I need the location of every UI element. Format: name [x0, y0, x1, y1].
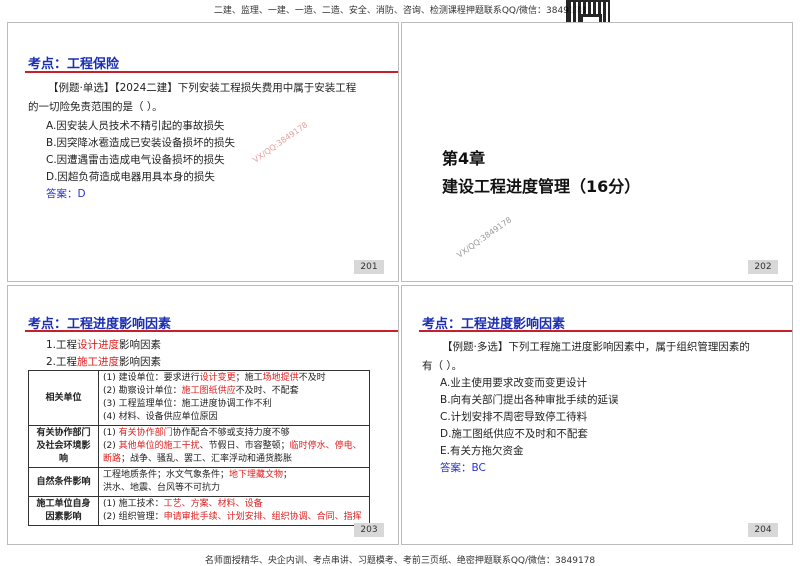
highlight-text: 申请审批手续、计划安排、组织协调、合同、指挥 [163, 512, 362, 522]
text: (2) 组织管理： [103, 512, 164, 522]
slide-204: 考点：工程进度影响因素 【例题·多选】下列工程施工进度影响因素中，属于组织管理因… [401, 285, 793, 545]
highlight-text: 工艺、方案、材料、设备 [163, 499, 263, 509]
page-number: 204 [748, 523, 778, 537]
highlight-text: 地下埋藏文物 [229, 470, 284, 480]
footer-text: 名师面授精华、央企内训、考点串讲、习题模考、考前三页纸、绝密押题联系QQ/微信：… [204, 556, 596, 566]
header-text: 二建、监理、一建、一造、二造、安全、消防、咨询、检测课程押题联系QQ/微信：38… [213, 6, 587, 16]
row-header: 自然条件影响 [28, 467, 99, 497]
highlight-text: 施工图纸供应 [181, 386, 236, 396]
chapter-title: 建设工程进度管理（16分） [442, 177, 641, 196]
content-line: 洪水、地震、台风等不可抗力 [103, 482, 365, 495]
highlight-text: 其他单位的施工干扰 [118, 441, 200, 451]
row-content: 工程地质条件；水文气象条件；地下埋藏文物； 洪水、地震、台风等不可抗力 [98, 467, 370, 497]
row-header: 相关单位 [28, 370, 99, 426]
text: (1) 建设单位：要求进行 [103, 373, 200, 383]
question: 【例题·多选】下列工程施工进度影响因素中，属于组织管理因素的有（ ）。 [422, 341, 750, 372]
chapter-number: 第4章 [442, 149, 486, 168]
content-line: (1) 施工技术：工艺、方案、材料、设备 [103, 498, 365, 511]
table-row: 相关单位 (1) 建设单位：要求进行设计变更；施工场地提供不及时 (2) 勘察设计单… [28, 370, 370, 426]
table-row: 施工单位自身因素影响 (1) 施工技术：工艺、方案、材料、设备 (2) 组织管理：申… [28, 496, 370, 526]
row-content: (1) 建设单位：要求进行设计变更；施工场地提供不及时 (2) 勘察设计单位：施工… [98, 370, 370, 426]
content-line: (3) 工程监理单位：施工进度协调工作不利 [103, 398, 365, 411]
text: 、节假日、市容整顿； [199, 441, 290, 451]
watermark: VX/QQ:3849178 [251, 120, 310, 165]
text: ； [283, 470, 293, 480]
text: (1) 施工技术： [103, 499, 164, 509]
text: 工程地质条件；水文气象条件； [103, 470, 230, 480]
slide-202: 第4章 建设工程进度管理（16分） VX/QQ:3849178 202 [401, 22, 793, 282]
content-line: (1) 有关协作部门协作配合不够或支持力度不够 [103, 427, 365, 440]
page-number: 201 [354, 260, 384, 274]
table-row: 自然条件影响 工程地质条件；水文气象条件；地下埋藏文物； 洪水、地震、台风等不可抗力 [28, 467, 370, 497]
title-rule [25, 330, 398, 332]
text: (2) [103, 441, 119, 451]
factors-table: 相关单位 (1) 建设单位：要求进行设计变更；施工场地提供不及时 (2) 勘察设计单… [28, 370, 370, 526]
text: 不及时 [298, 373, 326, 383]
page-number: 203 [354, 523, 384, 537]
content-line: 工程地质条件；水文气象条件；地下埋藏文物； [103, 469, 365, 482]
content-line: (4) 材料、设备供应单位原因 [103, 411, 365, 424]
highlight-text: 设计变更 [199, 373, 236, 383]
title-rule [419, 330, 792, 332]
answer: 答案：BC [440, 462, 486, 474]
slide-title: 考点：工程保险 [28, 57, 120, 72]
question: 【例题·单选】【2024二建】下列安装工程损失费用中属于安装工程的一切险免责范围… [28, 82, 357, 113]
text: ；战争、骚乱、罢工、汇率浮动和通货膨胀 [121, 454, 293, 464]
title-rule [25, 71, 398, 73]
text: 协作配合不够或支持力度不够 [172, 428, 290, 438]
chapter-heading: 第4章 建设工程进度管理（16分） [442, 145, 640, 201]
row-header: 有关协作部门及社会环境影响 [28, 425, 99, 468]
slide-203: 考点：工程进度影响因素 1.工程设计进度影响因素 2.工程施工进度影响因素 相关… [7, 285, 399, 545]
answer: 答案：D [46, 188, 86, 200]
row-header: 施工单位自身因素影响 [28, 496, 99, 526]
content-line: (2) 其他单位的施工干扰、节假日、市容整顿；临时停水、停电、断路；战争、骚乱、… [103, 440, 365, 466]
highlight-text: 场地提供 [262, 373, 299, 383]
content-line: (2) 勘察设计单位：施工图纸供应不及时、不配套 [103, 385, 365, 398]
text: (4) 材料、设备供应单位原因 [103, 412, 218, 422]
text: ；施工 [235, 373, 263, 383]
highlight-text: 有关协作部门 [118, 428, 173, 438]
row-content: (1) 施工技术：工艺、方案、材料、设备 (2) 组织管理：申请审批手续、计划安排… [98, 496, 370, 526]
text: (2) 勘察设计单位： [103, 386, 182, 396]
page-number: 202 [748, 260, 778, 274]
row-content: (1) 有关协作部门协作配合不够或支持力度不够 (2) 其他单位的施工干扰、节假日… [98, 425, 370, 468]
text: (3) 工程监理单位：施工进度协调工作不利 [103, 399, 272, 409]
content-line: (1) 建设单位：要求进行设计变更；施工场地提供不及时 [103, 372, 365, 385]
slide-201: 考点：工程保险 【例题·单选】【2024二建】下列安装工程损失费用中属于安装工程… [7, 22, 399, 282]
text: 不及时、不配套 [235, 386, 299, 396]
text: 洪水、地震、台风等不可抗力 [103, 483, 221, 493]
text: (1) [103, 428, 119, 438]
watermark: VX/QQ:3849178 [455, 215, 514, 260]
content-line: (2) 组织管理：申请审批手续、计划安排、组织协调、合同、指挥 [103, 511, 365, 524]
table-row: 有关协作部门及社会环境影响 (1) 有关协作部门协作配合不够或支持力度不够 (2) … [28, 425, 370, 468]
